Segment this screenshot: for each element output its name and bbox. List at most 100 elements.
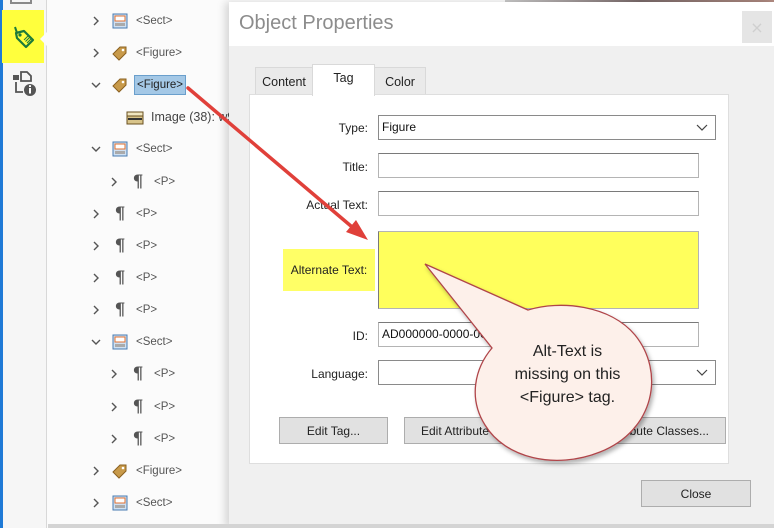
tab-label: Color <box>385 74 415 89</box>
alternate-text-field[interactable] <box>378 231 699 309</box>
tab-tag[interactable]: Tag <box>312 64 375 96</box>
tag-icon <box>111 462 129 480</box>
labels-column: Type: Title: Actual Text: ID: Language: <box>250 95 368 395</box>
chevron-right-icon[interactable] <box>89 239 103 253</box>
edit-attribute-classes-button[interactable]: bute Classes... <box>590 417 726 444</box>
tree-node-label: <P> <box>136 272 158 284</box>
tree-node-label: <P> <box>154 368 176 380</box>
chevron-down-icon <box>696 369 708 376</box>
tree-node[interactable]: <Figure> <box>89 41 184 65</box>
chevron-right-icon[interactable] <box>107 400 121 414</box>
active-caret <box>40 32 47 46</box>
tree-node[interactable]: <Sect> <box>89 330 174 354</box>
chevron-right-icon[interactable] <box>89 496 103 510</box>
pilcrow-icon: ¶ <box>114 204 126 224</box>
chevron-right-icon[interactable] <box>107 367 121 381</box>
tree-node-label: <Figure> <box>136 47 183 59</box>
pilcrow-icon: ¶ <box>132 429 144 449</box>
chevron-down-icon[interactable] <box>89 142 103 156</box>
callout-line: <Figure> tag. <box>519 389 616 406</box>
section-icon <box>111 494 129 512</box>
tab-content[interactable]: Content <box>255 67 313 95</box>
tree-node-label: <Sect> <box>136 497 173 509</box>
pilcrow-icon: ¶ <box>114 300 126 320</box>
tree-node[interactable]: <Sect> <box>89 137 174 161</box>
image-box-icon <box>126 108 144 126</box>
chevron-down-icon[interactable] <box>89 78 103 92</box>
type-label: Type: <box>338 121 368 135</box>
edit-tag-button[interactable]: Edit Tag... <box>279 417 388 444</box>
tree-node-label: <P> <box>154 433 176 445</box>
tree-node[interactable]: ¶ <P> <box>107 362 177 386</box>
section-icon <box>111 140 129 158</box>
tree-node[interactable]: Image (38): w9 <box>126 105 236 129</box>
id-label: ID: <box>352 329 368 343</box>
tree-node[interactable]: <Sect> <box>89 9 174 33</box>
horizontal-scrollbar[interactable] <box>48 524 774 528</box>
chevron-right-icon[interactable] <box>107 175 121 189</box>
content-info-button[interactable] <box>10 70 38 98</box>
tree-node[interactable]: ¶ <P> <box>107 427 177 451</box>
tree-node-label: <P> <box>136 240 158 252</box>
tree-node[interactable]: ¶ <P> <box>89 298 159 322</box>
actual-text-field[interactable] <box>378 191 699 216</box>
edit-attribute-objects-button[interactable]: Edit Attribute O <box>404 417 584 444</box>
section-icon <box>111 333 129 351</box>
tag-tree: <Sect> <Figure> <Figure> Image (38): w9 <Sec… <box>48 0 234 528</box>
title-field[interactable] <box>378 153 699 178</box>
tree-node-label: <P> <box>154 176 176 188</box>
pages-icon[interactable] <box>10 0 32 4</box>
tree-node[interactable]: ¶ <P> <box>107 170 177 194</box>
tag-icon <box>111 44 129 62</box>
chevron-down-icon[interactable] <box>89 335 103 349</box>
title-label: Title: <box>342 160 368 174</box>
chevron-down-icon <box>696 124 708 131</box>
language-label: Language: <box>311 367 368 381</box>
chevron-right-icon[interactable] <box>89 46 103 60</box>
tree-node[interactable]: <Figure> <box>89 73 187 97</box>
pilcrow-icon: ¶ <box>132 397 144 417</box>
alternate-text-label: Alternate Text: <box>283 249 375 291</box>
tree-node-label: <P> <box>136 304 158 316</box>
section-icon <box>111 12 129 30</box>
chevron-right-icon[interactable] <box>89 207 103 221</box>
close-button[interactable]: Close <box>641 480 751 507</box>
chevron-right-icon[interactable] <box>89 14 103 28</box>
close-icon: × <box>750 17 764 37</box>
tag-panel: Type: Title: Actual Text: ID: Language: … <box>249 94 729 464</box>
left-rail <box>0 0 47 528</box>
dialog-close-button[interactable]: × <box>742 11 772 43</box>
tree-node[interactable]: <Sect> <box>89 491 174 515</box>
tree-node-label: <Sect> <box>136 15 173 27</box>
chevron-right-icon[interactable] <box>89 271 103 285</box>
tab-label: Tag <box>333 71 354 85</box>
content-info-icon <box>13 71 36 96</box>
callout-line: missing on this <box>514 366 621 383</box>
tree-node-label: <P> <box>136 208 158 220</box>
callout-text: Alt-Text is missing on this <Figure> tag… <box>490 340 645 409</box>
tree-node[interactable]: ¶ <P> <box>107 395 177 419</box>
tree-node[interactable]: ¶ <P> <box>89 266 159 290</box>
chevron-right-icon[interactable] <box>107 432 121 446</box>
dialog-title: Object Properties <box>239 12 394 34</box>
tag-icon <box>111 76 129 94</box>
type-select[interactable]: Figure <box>378 115 716 140</box>
rail-accent-bar <box>0 0 3 528</box>
tree-node[interactable]: ¶ <P> <box>89 202 159 226</box>
dialog-header: Object Properties × <box>229 2 774 46</box>
tree-node-label: <Sect> <box>136 336 173 348</box>
tree-node-label: <P> <box>154 401 176 413</box>
object-properties-dialog: Object Properties × Content Tag Color Ty… <box>229 2 774 528</box>
pilcrow-icon: ¶ <box>114 236 126 256</box>
tree-node-label: <Sect> <box>136 143 173 155</box>
pilcrow-icon: ¶ <box>132 364 144 384</box>
tree-node-label: <Figure> <box>136 465 183 477</box>
tree-node[interactable]: <Figure> <box>89 459 184 483</box>
chevron-right-icon[interactable] <box>89 464 103 478</box>
tree-node-label: Image (38): w9 <box>151 110 235 124</box>
tags-panel-button[interactable] <box>2 10 44 63</box>
tree-node[interactable]: ¶ <P> <box>89 234 159 258</box>
callout-line: Alt-Text is <box>532 343 603 360</box>
chevron-right-icon[interactable] <box>89 303 103 317</box>
tab-color[interactable]: Color <box>374 67 426 95</box>
